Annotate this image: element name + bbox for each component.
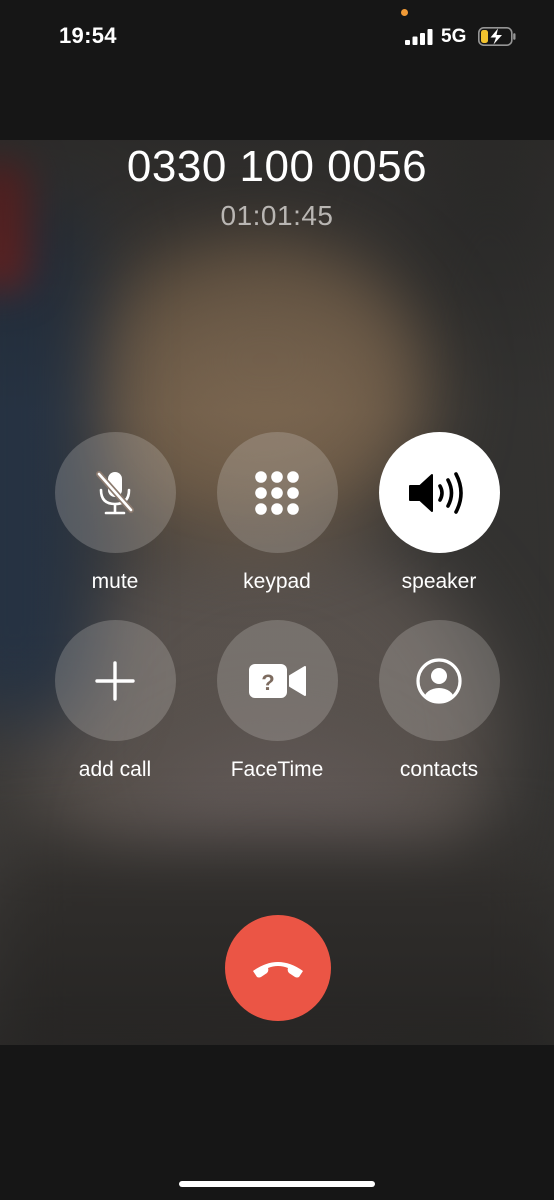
svg-text:?: ? [261,670,274,695]
mute-circle[interactable] [54,432,176,553]
person-circle-icon [416,657,462,704]
phone-down-icon [253,962,303,978]
contacts-label: contacts [399,758,479,781]
add-call-circle[interactable] [54,620,176,741]
keypad-label: keypad [243,570,311,593]
caller-number: 0330 100 0056 [126,142,428,191]
mute-label: mute [91,570,139,593]
add-call-button[interactable]: add call [35,620,195,790]
speaker-button[interactable]: speaker [359,432,519,602]
call-duration: 01:01:45 [220,200,334,231]
plus-icon [95,660,135,701]
facetime-circle[interactable]: ? [216,620,338,741]
battery-charging-icon [478,27,516,46]
mic-indicator-dot [401,9,408,16]
keypad-grid-icon [255,470,299,515]
mute-button[interactable]: mute [35,432,195,602]
network-type: 5G [441,26,467,47]
speaker-wave-icon [409,471,463,514]
contacts-button[interactable]: contacts [359,620,519,790]
end-call-button[interactable] [225,915,331,1021]
add-call-label: add call [78,758,152,781]
call-screen: 19:54 5G 0330 100 0056 01:01:45 mute key… [0,0,554,1200]
contacts-circle[interactable] [378,620,500,741]
home-indicator[interactable] [179,1181,375,1187]
facetime-video-icon: ? [249,663,306,698]
keypad-circle[interactable] [216,432,338,553]
status-time: 19:54 [59,23,117,48]
facetime-label: FaceTime [230,758,324,781]
speaker-label: speaker [401,570,477,593]
mic-slash-icon [96,470,134,514]
speaker-circle[interactable] [378,432,500,553]
cellular-signal-icon [405,29,433,45]
facetime-button[interactable]: ? FaceTime [197,620,357,790]
keypad-button[interactable]: keypad [197,432,357,602]
